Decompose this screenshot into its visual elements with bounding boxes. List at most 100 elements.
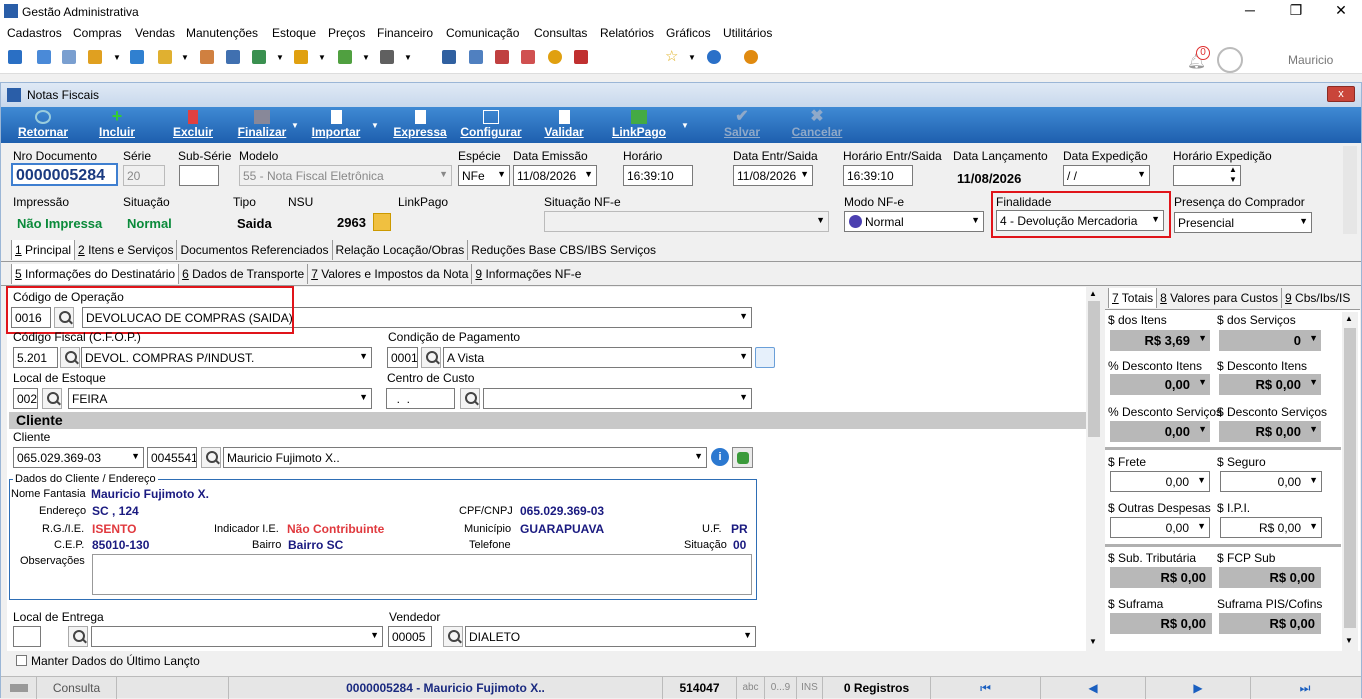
calendar-2-icon[interactable]	[521, 50, 535, 64]
centro-custo-select[interactable]: ▼	[483, 388, 752, 409]
tab-principal[interactable]: 1 Principal	[11, 240, 76, 260]
cliente-money-icon[interactable]	[732, 447, 753, 468]
presenca-select[interactable]: Presencial ▼	[1174, 212, 1312, 233]
modo-nfe-select[interactable]: Normal ▼	[844, 211, 984, 232]
toolbar-icon-10[interactable]	[294, 50, 308, 64]
local-entrega-search-icon[interactable]	[68, 626, 88, 647]
condicao-pagamento-search-icon[interactable]	[421, 347, 441, 368]
menu-graficos[interactable]: Gráficos	[666, 26, 711, 40]
horario-entr-field[interactable]: 16:39:10	[843, 165, 913, 186]
calendar-icon[interactable]	[495, 50, 509, 64]
frete-field[interactable]: 0,00 ▼	[1110, 471, 1210, 492]
power-icon[interactable]	[744, 50, 758, 64]
horario-field[interactable]: 16:39:10	[623, 165, 693, 186]
dos-itens-value[interactable]: R$ 3,69 ▼	[1110, 330, 1210, 351]
star-icon[interactable]: ☆	[665, 47, 678, 65]
pdesc-servicos-value[interactable]: 0,00 ▼	[1110, 421, 1210, 442]
calculator-icon[interactable]	[469, 50, 483, 64]
menu-financeiro[interactable]: Financeiro	[377, 26, 433, 40]
nro-documento-field[interactable]: 0000005284	[11, 163, 118, 186]
local-estoque-search-icon[interactable]	[42, 388, 62, 409]
toolbar-icon-12[interactable]	[380, 50, 394, 64]
vendedor-select[interactable]: DIALETO ▼	[465, 626, 756, 647]
tab-documentos-referenciados[interactable]: Documentos Referenciados	[177, 240, 333, 260]
toolbar-icon-13[interactable]	[442, 50, 456, 64]
cliente-info-icon[interactable]: i	[711, 448, 729, 466]
modelo-select[interactable]: 55 - Nota Fiscal Eletrônica ▼	[239, 165, 452, 186]
toolbar-icon-5[interactable]	[130, 50, 144, 64]
cliente-nome-select[interactable]: Mauricio Fujimoto X.. ▼	[223, 447, 707, 468]
centro-custo-field[interactable]: . .	[386, 388, 455, 409]
especie-select[interactable]: NFe ▼	[458, 165, 510, 186]
configurar-button[interactable]: Configurar	[459, 107, 523, 143]
nsu-icon[interactable]	[373, 213, 391, 231]
toolbar-icon-6[interactable]	[158, 50, 172, 64]
avatar[interactable]	[1217, 47, 1243, 73]
nav-first-button[interactable]: ⏮	[931, 677, 1041, 699]
clock-icon[interactable]	[548, 50, 562, 64]
condicao-settings-icon[interactable]	[755, 347, 775, 368]
cliente-search-icon[interactable]	[201, 447, 221, 468]
data-expedicao-field[interactable]: / / ▼	[1063, 165, 1150, 186]
retornar-button[interactable]: Retornar	[11, 107, 75, 143]
local-entrega-select[interactable]: ▼	[91, 626, 383, 647]
validar-button[interactable]: Validar	[541, 107, 587, 143]
form-scrollbar[interactable]: ▲ ▼	[1086, 287, 1102, 651]
situacao-nfe-select[interactable]: ▼	[544, 211, 829, 232]
tab-valores-impostos[interactable]: 7 Valores e Impostos da Nota	[308, 264, 473, 284]
desc-itens-value[interactable]: R$ 0,00 ▼	[1219, 374, 1321, 395]
toolbar-icon-2[interactable]	[37, 50, 51, 64]
local-estoque-field[interactable]: 002	[13, 388, 38, 409]
excluir-button[interactable]: Excluir	[171, 107, 215, 143]
linkpago-button[interactable]: LinkPago	[609, 107, 669, 143]
menu-estoque[interactable]: Estoque	[272, 26, 316, 40]
vendedor-field[interactable]: 00005	[388, 626, 432, 647]
cfop-select[interactable]: DEVOL. COMPRAS P/INDUST. ▼	[81, 347, 372, 368]
incluir-button[interactable]: + Incluir	[95, 107, 139, 143]
finalizar-button[interactable]: Finalizar	[235, 107, 289, 143]
data-entr-field[interactable]: 11/08/2026 ▼	[733, 165, 813, 186]
minimize-icon[interactable]: ─	[1235, 2, 1265, 18]
tab-itens-servicos[interactable]: 2 Itens e Serviços	[75, 240, 178, 260]
toolbar-icon-11[interactable]	[338, 50, 352, 64]
maximize-icon[interactable]: ❐	[1281, 2, 1311, 19]
outras-despesas-field[interactable]: 0,00 ▼	[1110, 517, 1210, 538]
menu-manutencoes[interactable]: Manutenções	[186, 26, 258, 40]
toolbar-icon-1[interactable]	[8, 50, 22, 64]
cfop-field[interactable]: 5.201	[13, 347, 58, 368]
pdesc-itens-value[interactable]: 0,00 ▼	[1110, 374, 1210, 395]
menu-relatorios[interactable]: Relatórios	[600, 26, 654, 40]
cfop-search-icon[interactable]	[60, 347, 80, 368]
observacoes-field[interactable]	[92, 554, 752, 595]
info-icon[interactable]	[707, 50, 721, 64]
window-close-button[interactable]: x	[1327, 86, 1355, 102]
tab-destinatario[interactable]: 5 Informações do Destinatário	[11, 264, 180, 284]
dos-servicos-value[interactable]: 0 ▼	[1219, 330, 1321, 351]
tab-informacoes-nfe[interactable]: 9 Informações NF-e	[472, 264, 584, 284]
importar-button[interactable]: Importar	[307, 107, 365, 143]
tab-valores-custos[interactable]: 8 Valores para Custos	[1157, 288, 1283, 308]
toolbar-icon-4[interactable]	[88, 50, 102, 64]
tab-cbs-ibs[interactable]: 9 Cbs/Ibs/IS	[1282, 288, 1353, 308]
toolbar-icon-3[interactable]	[62, 50, 76, 64]
local-entrega-field[interactable]	[13, 626, 41, 647]
salvar-button[interactable]: ✔ Salvar	[719, 107, 765, 143]
menu-cadastros[interactable]: Cadastros	[7, 26, 62, 40]
spinner-icon[interactable]: ▲ ▼	[1229, 165, 1237, 185]
seguro-field[interactable]: 0,00 ▼	[1220, 471, 1322, 492]
report-icon[interactable]	[574, 50, 588, 64]
local-estoque-select[interactable]: FEIRA ▼	[68, 388, 372, 409]
centro-custo-search-icon[interactable]	[460, 388, 480, 409]
subserie-field[interactable]	[179, 165, 219, 186]
menu-vendas[interactable]: Vendas	[135, 26, 175, 40]
ipi-field[interactable]: R$ 0,00 ▼	[1220, 517, 1322, 538]
cliente-codigo-field[interactable]: 0045541	[147, 447, 197, 468]
cancelar-button[interactable]: ✖ Cancelar	[789, 107, 845, 143]
nav-prev-button[interactable]: ◀	[1041, 677, 1146, 699]
data-emissao-field[interactable]: 11/08/2026 ▼	[513, 165, 597, 186]
cliente-cpf-select[interactable]: 065.029.369-03 ▼	[13, 447, 144, 468]
tab-reducoes-base[interactable]: Reduções Base CBS/IBS Serviços	[468, 240, 659, 260]
menu-utilitarios[interactable]: Utilitários	[723, 26, 772, 40]
tab-relacao-locacao[interactable]: Relação Locação/Obras	[333, 240, 469, 260]
menu-compras[interactable]: Compras	[73, 26, 122, 40]
